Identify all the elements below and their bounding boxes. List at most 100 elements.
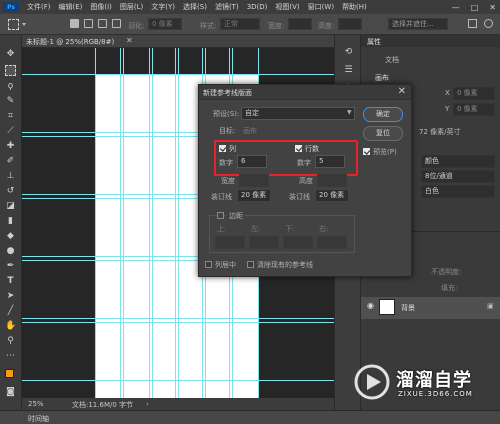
zoom-tool-icon[interactable]: ⚲ [5, 336, 16, 347]
columns-width-label: 宽度 [221, 177, 235, 185]
margin-checkbox[interactable] [217, 212, 224, 219]
new-guide-layout-dialog: 新建参考线版面 ✕ 预设(S): 自定 ▼ 目标: 画布 确定 复位 预览(P)… [198, 84, 412, 277]
close-document-icon[interactable]: ✕ [126, 36, 133, 45]
menu-3d[interactable]: 3D(D) [243, 3, 272, 11]
menu-filter[interactable]: 滤镜(T) [211, 2, 243, 12]
clone-stamp-icon[interactable]: ⊥ [5, 171, 16, 182]
pen-tool-icon[interactable]: ✒ [5, 261, 16, 272]
marquee-tool-icon[interactable] [8, 19, 19, 30]
path-select-icon[interactable]: ➤ [5, 291, 16, 302]
guide-line [95, 48, 96, 398]
canvas-section-label: 画布 [375, 74, 389, 82]
menu-image[interactable]: 图像(I) [86, 2, 116, 12]
move-tool-icon[interactable]: ✥ [5, 49, 16, 60]
properties-icon[interactable]: ☰ [343, 65, 354, 76]
dialog-close-button[interactable]: ✕ [398, 86, 406, 97]
add-selection-icon[interactable] [84, 19, 93, 28]
rows-height-input[interactable] [317, 174, 347, 187]
margin-top-input[interactable] [215, 236, 245, 249]
layer-name[interactable]: 背景 [401, 303, 500, 313]
chevron-down-icon[interactable] [22, 23, 26, 26]
center-columns-checkbox[interactable] [205, 261, 212, 268]
fill-select[interactable]: 白色 [421, 185, 495, 198]
eyedropper-icon[interactable]: ⟋ [5, 126, 16, 137]
preset-select[interactable]: 自定 [241, 107, 355, 120]
style-select[interactable]: 正常 [220, 18, 260, 30]
rows-height-label: 高度 [299, 177, 313, 185]
properties-title[interactable]: 属性 [367, 37, 500, 47]
document-title: 未标题-1 @ 25%(RGB/8#) [26, 38, 115, 46]
preset-label: 预设(S): [213, 110, 240, 118]
brush-tool-icon[interactable]: ✐ [5, 156, 16, 167]
quick-select-icon[interactable]: ✎ [5, 96, 16, 107]
options-bar: 羽化: 0 像素 样式: 正常 宽度: 高度: 选择并遮住... [0, 14, 500, 35]
margin-bottom-input[interactable] [283, 236, 313, 249]
columns-gutter-input[interactable]: 20 像素 [237, 189, 271, 202]
hand-tool-icon[interactable]: ✋ [5, 321, 16, 332]
ok-button[interactable]: 确定 [363, 107, 403, 122]
new-selection-icon[interactable] [70, 19, 79, 28]
x-input[interactable]: 0 像素 [453, 87, 495, 100]
visibility-eye-icon[interactable]: ◉ [367, 301, 374, 310]
columns-width-input[interactable] [239, 174, 269, 187]
height-label: 高度: [318, 22, 335, 30]
menu-type[interactable]: 文字(Y) [147, 2, 179, 12]
type-tool-icon[interactable]: T [5, 276, 16, 287]
intersect-selection-icon[interactable] [112, 19, 121, 28]
crop-tool-icon[interactable]: ⌗ [5, 111, 16, 122]
y-input[interactable]: 0 像素 [453, 103, 495, 116]
subtract-selection-icon[interactable] [98, 19, 107, 28]
zoom-level[interactable]: 25% [28, 400, 44, 408]
edit-toolbar-icon[interactable]: ⋯ [5, 351, 16, 362]
reset-button[interactable]: 复位 [363, 126, 403, 141]
gradient-icon[interactable]: ▮ [5, 216, 16, 227]
watermark-url: ZIXUE.3D66.COM [398, 390, 473, 398]
menu-file[interactable]: 文件(F) [23, 2, 55, 12]
margin-right-label: 右: [319, 225, 329, 233]
menu-edit[interactable]: 编辑(E) [55, 2, 87, 12]
lasso-tool-icon[interactable]: ϙ [5, 81, 16, 92]
height-input[interactable] [338, 18, 362, 30]
dialog-titlebar[interactable]: 新建参考线版面 ✕ [199, 85, 411, 100]
feather-input[interactable]: 0 像素 [148, 18, 182, 30]
menu-bar: Ps 文件(F) 编辑(E) 图像(I) 图层(L) 文字(Y) 选择(S) 滤… [0, 0, 500, 14]
chevron-right-icon[interactable]: › [146, 400, 149, 408]
document-tab[interactable]: 未标题-1 @ 25%(RGB/8#) ✕ [22, 35, 334, 48]
dodge-tool-icon[interactable]: ● [5, 246, 16, 257]
target-value: 画布 [243, 127, 257, 135]
quick-mask-icon[interactable]: ◙ [5, 387, 16, 398]
resolution-value: 72 像素/英寸 [419, 128, 461, 136]
healing-brush-icon[interactable]: ✚ [5, 141, 16, 152]
blur-tool-icon[interactable]: ◆ [5, 231, 16, 242]
menu-help[interactable]: 帮助(H) [338, 2, 371, 12]
menu-layer[interactable]: 图层(L) [116, 2, 147, 12]
history-icon[interactable]: ⟲ [343, 47, 354, 58]
color-mode-select[interactable]: 颜色 [421, 155, 495, 168]
eraser-icon[interactable]: ◪ [5, 201, 16, 212]
close-window-button[interactable]: ✕ [489, 3, 496, 12]
menu-view[interactable]: 视图(V) [271, 2, 303, 12]
foreground-color-swatch[interactable] [5, 369, 14, 378]
select-and-mask-button[interactable]: 选择并遮住... [388, 18, 448, 30]
clear-guides-checkbox[interactable] [247, 261, 254, 268]
preview-checkbox[interactable] [363, 148, 370, 155]
bit-depth-select[interactable]: 8位/通道 [421, 170, 495, 183]
target-label: 目标: [219, 127, 236, 135]
menu-select[interactable]: 选择(S) [179, 2, 211, 12]
margin-left-input[interactable] [249, 236, 279, 249]
width-input[interactable] [288, 18, 312, 30]
marquee-tool-icon[interactable] [5, 65, 16, 76]
photoshop-logo-icon: Ps [3, 2, 19, 12]
maximize-button[interactable]: □ [471, 3, 479, 12]
workspace-icon[interactable] [468, 19, 477, 28]
history-brush-icon[interactable]: ↺ [5, 186, 16, 197]
rows-gutter-input[interactable]: 20 像素 [315, 189, 349, 202]
minimize-button[interactable]: — [452, 3, 460, 12]
search-icon[interactable] [484, 19, 493, 28]
line-tool-icon[interactable]: ╱ [5, 306, 16, 317]
timeline-panel-tab[interactable]: 时间轴 [0, 410, 500, 424]
menu-window[interactable]: 窗口(W) [304, 2, 338, 12]
margin-right-input[interactable] [317, 236, 347, 249]
guide-line [22, 322, 334, 323]
feather-label: 羽化: [128, 22, 145, 30]
